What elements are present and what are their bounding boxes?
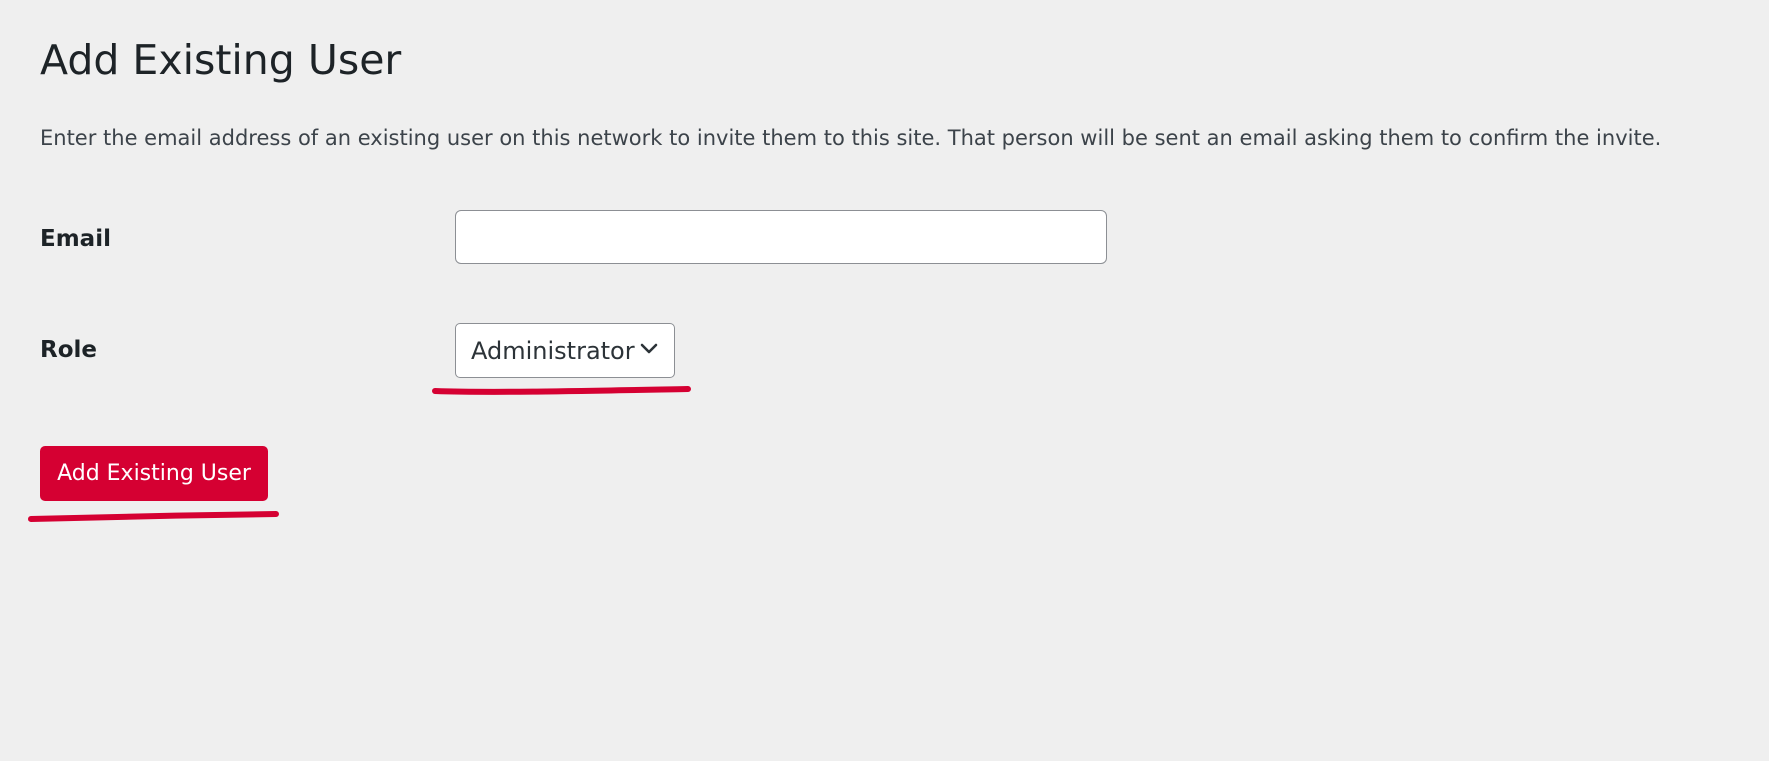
role-underline-annotation bbox=[432, 386, 691, 395]
page-title: Add Existing User bbox=[40, 36, 402, 84]
role-select-value: Administrator bbox=[471, 336, 635, 365]
add-existing-user-button[interactable]: Add Existing User bbox=[40, 446, 268, 501]
chevron-down-icon bbox=[640, 343, 658, 354]
role-label: Role bbox=[40, 337, 97, 363]
email-label: Email bbox=[40, 226, 111, 252]
page-description: Enter the email address of an existing u… bbox=[40, 126, 1662, 150]
role-select[interactable]: Administrator bbox=[455, 323, 675, 378]
email-field[interactable] bbox=[455, 210, 1107, 264]
button-underline-annotation bbox=[28, 511, 279, 522]
